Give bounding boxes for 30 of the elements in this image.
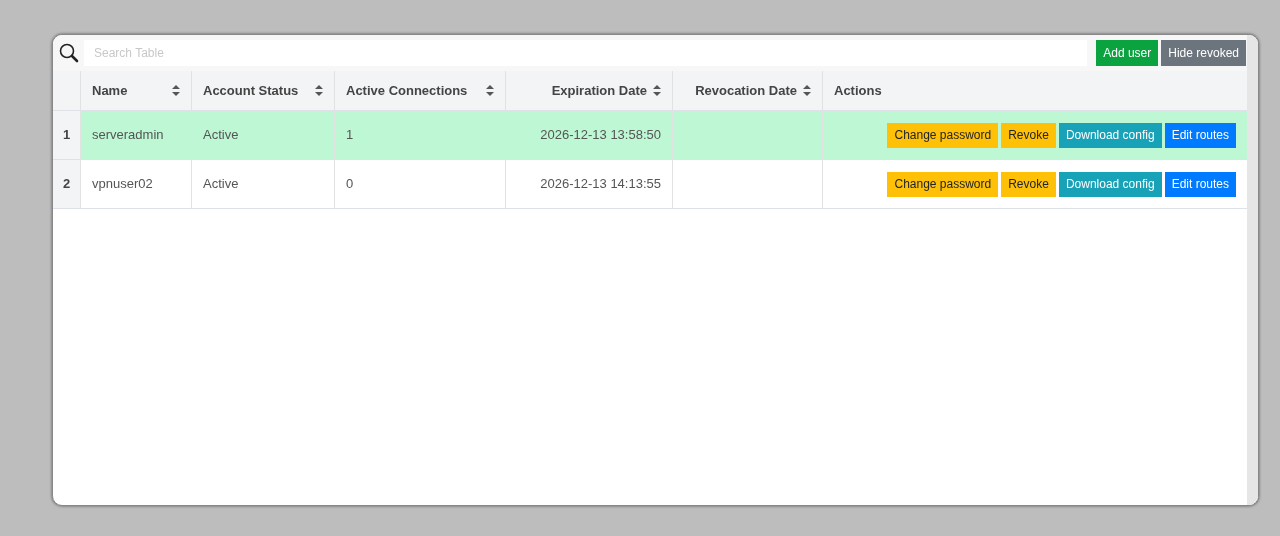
sort-icon[interactable] [653,85,661,96]
table-cell-text: serveradmin [92,126,164,144]
table-cell-text: 1 [346,126,354,144]
hide-revoked-button[interactable]: Hide revoked [1161,40,1246,66]
search-icon [59,43,79,63]
scrollbar[interactable] [1247,35,1258,505]
action-button[interactable]: Change password [887,122,999,148]
column-header[interactable]: Name [92,80,128,101]
sort-icon[interactable] [172,85,180,96]
column-header[interactable]: Revocation Date [695,80,797,101]
table-cell-text: Active [203,175,239,193]
row-number: 2 [62,175,71,194]
table-cell-text: vpnuser02 [92,175,153,193]
action-button[interactable]: Edit routes [1164,122,1236,148]
table-cell-text: 2026-12-13 13:58:50 [540,126,661,144]
action-button[interactable]: Revoke [1001,171,1056,197]
row-number: 1 [62,126,71,145]
table-cell-text: Active [203,126,239,144]
sort-icon[interactable] [315,85,323,96]
column-header: Actions [834,81,882,100]
table-cell-text: 2026-12-13 14:13:55 [540,175,661,193]
column-header[interactable]: Account Status [203,80,299,101]
action-button[interactable]: Edit routes [1164,171,1236,197]
column-header[interactable]: Expiration Date [551,80,647,101]
action-button[interactable]: Change password [887,171,999,197]
action-button[interactable]: Revoke [1001,122,1056,148]
column-header[interactable]: Active Connections [346,80,468,101]
sort-icon[interactable] [486,85,494,96]
table-cell-text: 0 [346,175,354,193]
sort-icon[interactable] [803,85,811,96]
